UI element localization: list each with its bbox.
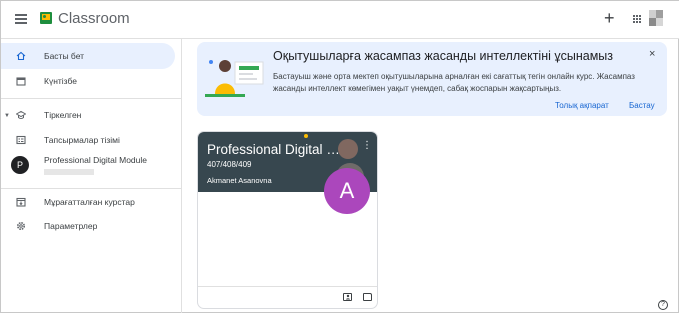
sidebar-item-home[interactable]: Басты бет	[1, 43, 175, 69]
apps-grid-icon[interactable]	[633, 15, 641, 23]
course-initial-avatar: P	[11, 156, 29, 174]
course-title[interactable]: Professional Digital Module	[207, 142, 345, 157]
sidebar-item-calendar[interactable]: Күнтізбе	[1, 68, 175, 94]
banner-title: Оқытушыларға жасампаз жасанды интеллекті…	[273, 49, 614, 63]
calendar-icon	[16, 76, 26, 86]
course-card[interactable]: Professional Digital Module 407/408/409 …	[197, 131, 378, 309]
banner-description: Бастауыш және орта мектеп оқытушыларына …	[273, 72, 635, 93]
app-title[interactable]: Classroom	[58, 10, 130, 27]
classroom-logo-icon[interactable]	[40, 12, 52, 24]
sidebar-item-settings[interactable]: Параметрлер	[1, 213, 175, 239]
sidebar-item-course[interactable]: P Professional Digital Module	[1, 152, 175, 182]
account-avatar[interactable]	[649, 10, 663, 26]
sidebar-item-label: Басты бет	[44, 51, 85, 61]
sidebar-item-archived[interactable]: Мұрағатталған курстар	[1, 189, 175, 215]
top-bar: Classroom +	[1, 1, 679, 39]
sidebar-item-label: Мұрағатталған курстар	[44, 197, 135, 207]
more-options-icon[interactable]: ⋮	[362, 140, 372, 151]
help-icon[interactable]: ?	[658, 300, 668, 310]
start-link[interactable]: Бастау	[629, 101, 655, 110]
sidebar: Басты бет Күнтізбе ▼ Тіркелген Тапсырмал…	[1, 39, 182, 313]
add-class-button[interactable]: +	[604, 9, 615, 27]
teacher-illustration	[205, 54, 267, 102]
gradebook-icon[interactable]	[343, 293, 352, 301]
teacher-avatar: A	[324, 168, 370, 214]
gear-icon	[16, 221, 26, 231]
sidebar-divider	[1, 98, 182, 99]
todo-icon	[16, 135, 26, 145]
close-icon[interactable]: ×	[649, 48, 655, 60]
home-icon	[16, 51, 26, 61]
sidebar-item-label: Күнтізбе	[44, 76, 77, 86]
sidebar-item-todo[interactable]: Тапсырмалар тізімі	[1, 127, 175, 153]
folder-icon[interactable]	[363, 293, 372, 301]
archive-icon	[16, 197, 26, 207]
enrolled-icon	[15, 110, 27, 120]
card-footer-divider	[198, 286, 377, 287]
learn-more-link[interactable]: Толық ақпарат	[555, 101, 609, 110]
sidebar-item-label: Professional Digital Module	[44, 155, 147, 165]
ai-course-banner: Оқытушыларға жасампаз жасанды интеллекті…	[197, 42, 667, 116]
sidebar-item-label: Параметрлер	[44, 221, 98, 231]
app-window: Classroom + Басты бет Күнтізбе ▼ Тіркелг…	[0, 0, 679, 313]
menu-icon[interactable]	[15, 14, 27, 24]
course-teacher[interactable]: Akmanet Asanovna	[207, 176, 272, 185]
caret-down-icon[interactable]: ▼	[4, 113, 10, 119]
sidebar-item-enrolled[interactable]: ▼ Тіркелген	[1, 102, 175, 128]
course-section: 407/408/409	[207, 160, 252, 169]
course-section-redacted	[44, 169, 94, 175]
sidebar-item-label: Тіркелген	[44, 110, 82, 120]
sidebar-item-label: Тапсырмалар тізімі	[44, 135, 120, 145]
